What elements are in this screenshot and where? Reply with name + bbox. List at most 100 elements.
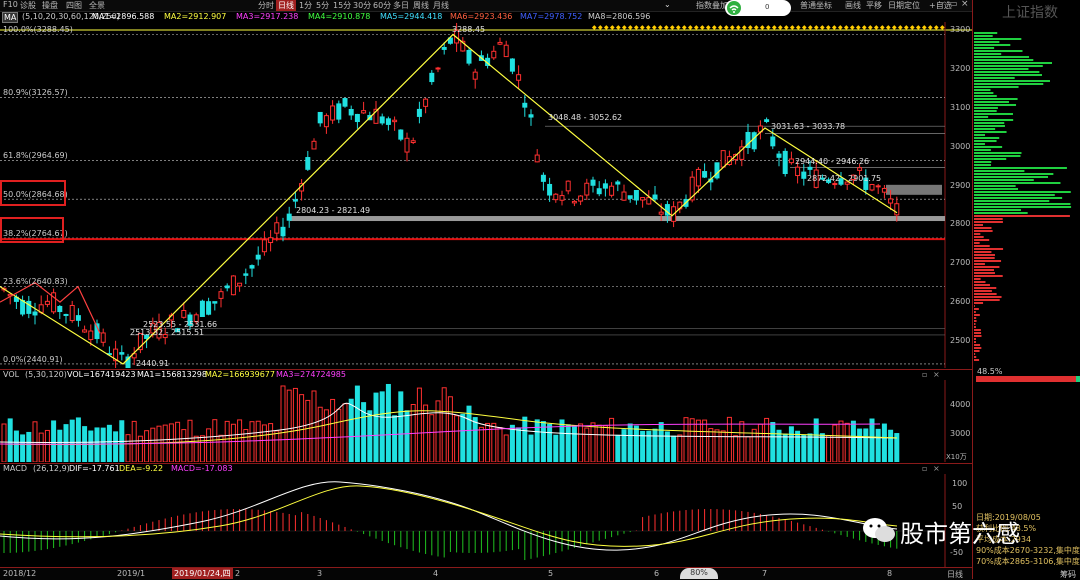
restore-icon[interactable]: ▭ xyxy=(950,0,958,8)
bottom-right-label[interactable]: 日线 xyxy=(947,569,963,580)
macd-bar xyxy=(146,523,147,531)
macd-bar xyxy=(345,527,346,531)
ma4-value: MA4=2910.878 xyxy=(308,12,370,21)
macd-bar xyxy=(239,509,240,531)
tab-multiday[interactable]: 多日 xyxy=(391,0,411,11)
date-axis: 2018/12 2019/1 2019/01/24,四 2 3 4 5 6 7 … xyxy=(0,567,972,580)
chip-bar xyxy=(974,206,1071,208)
minimize-icon[interactable]: – xyxy=(940,0,945,8)
highlight-box-382 xyxy=(0,217,64,243)
normal-axis-button[interactable]: 普通坐标 xyxy=(800,0,832,11)
index-overlay-button[interactable]: 指数叠加 xyxy=(696,0,728,11)
chip-bar xyxy=(974,353,975,355)
marker-diamond: ◆ xyxy=(850,24,855,31)
candle xyxy=(895,204,899,215)
expand-icon-2[interactable]: ▫ xyxy=(922,464,927,473)
volume-bar xyxy=(126,435,130,462)
macd-bar xyxy=(351,529,352,531)
price-chart[interactable]: ◆◆◆◆◆◆◆◆◆◆◆◆◆◆◆◆◆◆◆◆◆◆◆◆◆◆◆◆◆◆◆◆◆◆◆◆◆◆◆◆… xyxy=(0,22,972,368)
volume-bar xyxy=(250,422,254,462)
candle xyxy=(591,180,595,185)
tab-30min[interactable]: 30分 xyxy=(351,0,373,11)
candle xyxy=(262,240,266,252)
close-icon[interactable]: × xyxy=(961,0,969,9)
macd-bar xyxy=(190,513,191,531)
volume-bar xyxy=(281,386,285,462)
four-charts-button[interactable]: 四图 xyxy=(66,0,82,11)
price-tick: 2700 xyxy=(950,258,970,267)
chevron-down-icon[interactable]: ⌄ xyxy=(664,0,671,9)
marker-diamond: ◆ xyxy=(730,24,735,31)
marker-diamond: ◆ xyxy=(880,24,885,31)
chip-bar xyxy=(974,197,1062,199)
macd-bar xyxy=(301,512,302,531)
macd-bar xyxy=(803,524,804,531)
profit-bar xyxy=(976,376,1080,382)
tab-daily[interactable]: 日线 xyxy=(276,0,296,11)
macd-bar xyxy=(549,531,550,555)
tab-5min[interactable]: 5分 xyxy=(314,0,331,11)
macd-bar xyxy=(475,531,476,553)
macd-bar xyxy=(109,531,110,534)
chip-bar xyxy=(974,269,994,271)
operate-button[interactable]: 操盘 xyxy=(42,0,58,11)
volume-bar xyxy=(585,428,589,462)
candle xyxy=(876,186,880,187)
diagnose-button[interactable]: 诊股 xyxy=(20,0,36,11)
volume-bar xyxy=(145,431,149,462)
marker-diamond: ◆ xyxy=(904,24,909,31)
volume-bar xyxy=(603,426,607,462)
macd-bar xyxy=(512,531,513,550)
tab-intraday[interactable]: 分时 xyxy=(256,0,276,11)
close-panel-icon[interactable]: × xyxy=(933,370,940,379)
ma6-value: MA6=2923.436 xyxy=(450,12,512,21)
chip-bar xyxy=(974,128,995,130)
macd-bar xyxy=(171,517,172,531)
macd-name[interactable]: MACD xyxy=(3,464,27,473)
candle xyxy=(64,314,68,315)
resistance-2-label: 3031.63 - 3033.78 xyxy=(771,122,845,131)
marker-diamond: ◆ xyxy=(796,24,801,31)
tab-weekly[interactable]: 周线 xyxy=(411,0,431,11)
candle xyxy=(33,312,37,315)
volume-chart[interactable] xyxy=(0,380,972,462)
chip-bar xyxy=(974,236,984,238)
vol-name[interactable]: VOL xyxy=(3,370,19,379)
volume-bar xyxy=(715,430,719,462)
marker-diamond: ◆ xyxy=(592,24,597,31)
tab-monthly[interactable]: 月线 xyxy=(431,0,451,11)
volume-bar xyxy=(157,426,161,462)
candle xyxy=(287,214,291,220)
chip-bar xyxy=(974,314,980,316)
tab-15min[interactable]: 15分 xyxy=(331,0,353,11)
date-locate-button[interactable]: 日期定位 xyxy=(888,0,920,11)
draw-line-button[interactable]: 画线 xyxy=(845,0,861,11)
expand-icon[interactable]: ▫ xyxy=(922,370,927,379)
marker-diamond: ◆ xyxy=(778,24,783,31)
macd-bar xyxy=(270,511,271,531)
candle xyxy=(647,198,651,204)
macd-bar xyxy=(462,531,463,553)
macd-bar xyxy=(314,516,315,531)
close-panel-icon-2[interactable]: × xyxy=(933,464,940,473)
chip-tab[interactable]: 筹码 xyxy=(1060,569,1076,580)
macd-chart[interactable] xyxy=(0,474,972,567)
candle xyxy=(442,47,446,49)
macd-bar xyxy=(196,512,197,531)
panorama-button[interactable]: 全景 xyxy=(89,0,105,11)
candle xyxy=(641,198,645,200)
cost-70: 70%成本2865-3106,集中度4.5 xyxy=(976,556,1080,567)
tab-1min[interactable]: 1分 xyxy=(297,0,314,11)
candle xyxy=(424,99,428,106)
pan-button[interactable]: 平移 xyxy=(866,0,882,11)
f10-button[interactable]: F10 xyxy=(3,0,18,9)
tab-60min[interactable]: 60分 xyxy=(371,0,393,11)
volume-bar xyxy=(269,424,273,462)
wifi-count: 0 xyxy=(765,3,769,11)
macd-bar xyxy=(413,531,414,551)
chip-bar xyxy=(974,140,997,142)
macd-bar xyxy=(72,531,73,544)
ma8-value: MA8=2806.596 xyxy=(588,12,650,21)
chip-bar xyxy=(974,77,1015,79)
macd-bar xyxy=(233,509,234,531)
